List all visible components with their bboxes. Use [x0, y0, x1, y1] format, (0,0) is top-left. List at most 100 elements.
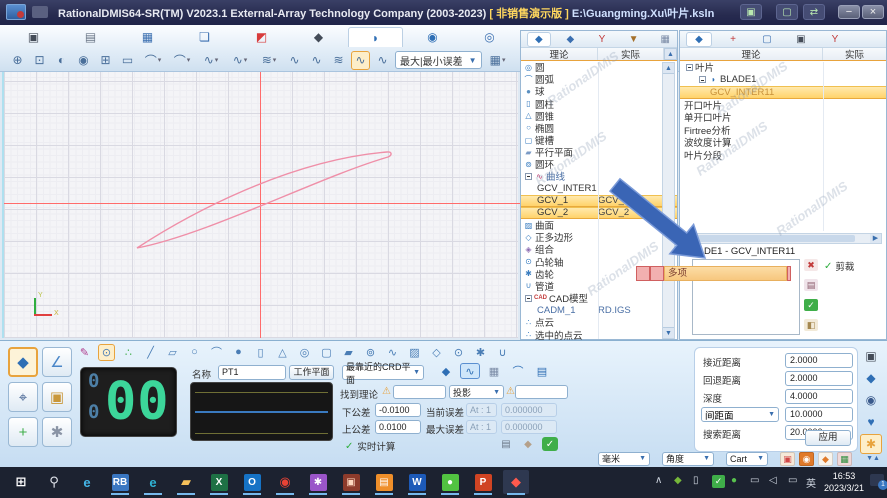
connection-icon[interactable]: ⇄	[803, 4, 825, 20]
layout-status-icon[interactable]: ▣	[780, 452, 795, 466]
tree-row-CAD模型[interactable]: CADCAD模型	[521, 292, 677, 304]
name-input[interactable]: PT1	[218, 365, 286, 380]
expand-toggle-icon[interactable]	[686, 64, 693, 71]
app-logo-icon[interactable]	[6, 4, 26, 20]
gpu-tray-icon[interactable]: ◆	[674, 475, 682, 486]
sync-ok-tray-icon[interactable]: ✓	[712, 475, 725, 488]
collapse-arrows-icon[interactable]: ▼▲	[860, 455, 886, 462]
tree-row-叶片分段[interactable]: 叶片分段	[680, 149, 886, 162]
phone-tray-icon[interactable]: ▯	[693, 475, 699, 486]
checkbox-green-icon[interactable]: ✓	[804, 299, 818, 311]
unit-dropdown[interactable]: 毫米▼	[598, 452, 650, 466]
probe-path-tool-1[interactable]: ⌒▾	[140, 51, 166, 70]
axes-button[interactable]: +	[8, 417, 38, 447]
expand-toggle-icon[interactable]	[699, 76, 706, 83]
chevron-down-icon[interactable]: ▾	[187, 56, 191, 64]
param-input-接近距离[interactable]: 2.0000	[785, 353, 853, 368]
polygon-tool[interactable]: ◇	[428, 344, 445, 361]
axes-tab[interactable]: +	[720, 32, 746, 47]
graph-view-icon[interactable]: ∿	[460, 363, 480, 379]
camshaft-tool[interactable]: ⊙	[450, 344, 467, 361]
gear-tool[interactable]: ✱	[472, 344, 489, 361]
scrollbar-up-icon[interactable]: ▲	[663, 63, 674, 74]
tree-row-管道[interactable]: ∪管道	[521, 280, 677, 292]
excel-icon[interactable]: X	[206, 470, 232, 494]
curve-eval-tool[interactable]: ∿	[351, 51, 370, 70]
security-app-icon[interactable]: ▣	[338, 470, 364, 494]
y-tool-tab[interactable]: Y	[822, 32, 848, 47]
error-mode-dropdown[interactable]: 最大|最小误差▼	[395, 51, 482, 69]
lens-tab[interactable]: ◉	[405, 27, 460, 47]
view-orient-tool[interactable]: ◉	[74, 51, 93, 70]
blade-tab[interactable]: ◆	[686, 32, 712, 47]
tool-status-icon[interactable]: ◆	[818, 452, 833, 466]
report-tab[interactable]: ◎	[462, 27, 517, 47]
expand-toggle-icon[interactable]	[525, 173, 532, 180]
param-input-回退距离[interactable]: 2.0000	[785, 371, 853, 386]
grid-tab[interactable]: ▦	[653, 32, 677, 47]
scrollbar-right-icon[interactable]: ▶	[870, 234, 881, 243]
close-button[interactable]: ×	[862, 5, 884, 19]
solid-tab[interactable]: ◆	[559, 32, 583, 47]
tree-row-选中的点云[interactable]: ∴选中的点云	[521, 328, 677, 340]
chrome-icon[interactable]: ◉	[272, 470, 298, 494]
geom-display-icon[interactable]: ◆	[436, 363, 456, 379]
confirm-check-icon[interactable]: ✓	[542, 437, 558, 451]
tree-row-Firtree分析[interactable]: Firtree分析	[680, 124, 886, 137]
ring-tool[interactable]: ⊚	[362, 344, 379, 361]
clip-checkbox[interactable]: ✓ 剪裁	[824, 259, 854, 273]
caliper-button[interactable]: ∠	[42, 347, 72, 377]
ime-indicator[interactable]: 英	[806, 475, 816, 490]
design-app-icon[interactable]: ✱	[305, 470, 331, 494]
apply-button[interactable]: 应用	[805, 430, 851, 446]
zoom-probe-icon[interactable]: ◉	[860, 390, 882, 410]
exit-door-icon[interactable]: ◧	[804, 319, 818, 331]
display-tray-icon[interactable]: ▭	[788, 475, 797, 486]
output-tab[interactable]: ▣	[6, 27, 61, 47]
layers-tab[interactable]: ❏	[177, 27, 232, 47]
slot-tool[interactable]: ▢	[318, 344, 335, 361]
pan-hand-tool[interactable]: ◐	[52, 51, 71, 70]
edit-report-icon[interactable]: ▤	[498, 437, 514, 451]
chevron-down-icon[interactable]: ▾	[244, 56, 248, 64]
internet-explorer-icon[interactable]: e	[74, 470, 100, 494]
arc-probe-icon[interactable]: ⌒	[508, 363, 528, 379]
coord-dropdown[interactable]: Cart▼	[726, 452, 768, 466]
eraser-stamp-icon[interactable]: ▤	[804, 279, 818, 291]
chevron-down-icon[interactable]: ▾	[158, 56, 162, 64]
document-tab[interactable]: ▤	[63, 27, 118, 47]
column-actual[interactable]: 实际	[823, 48, 886, 60]
line-tool[interactable]: ╱	[142, 344, 159, 361]
record-status-icon[interactable]: ◉	[799, 452, 814, 466]
settings-gear-icon[interactable]: ✱	[860, 434, 882, 454]
curve-tab[interactable]: ◗	[348, 27, 403, 47]
eraser-icon[interactable]: ◆	[520, 437, 536, 451]
table-tab[interactable]: ▦	[120, 27, 175, 47]
probe-path-tool-4[interactable]: ∿▾	[227, 51, 253, 70]
param-input-深度[interactable]: 4.0000	[785, 389, 853, 404]
start-button[interactable]: ⊞	[8, 470, 34, 494]
curve-tool-4[interactable]: ∿	[373, 51, 392, 70]
upper-tolerance-input[interactable]: 0.0100	[375, 420, 421, 434]
window-mode-icon[interactable]: ▢	[776, 4, 798, 20]
delete-red-icon[interactable]: ✖	[804, 259, 818, 271]
outlook-icon[interactable]: O	[239, 470, 265, 494]
pipe-tool[interactable]: ∪	[494, 344, 511, 361]
param-input-间距面[interactable]: 10.0000	[785, 407, 853, 422]
curve-tool-1[interactable]: ∿	[285, 51, 304, 70]
tree-row-BLADE1[interactable]: ◗BLADE1	[680, 74, 886, 87]
crd-plane-dropdown[interactable]: 最靠近的CRD平面▼	[342, 365, 424, 380]
battery-tray-icon[interactable]: ▭	[750, 475, 759, 486]
powerpoint-icon[interactable]: P	[470, 470, 496, 494]
fit-view-tool[interactable]: ⊞	[96, 51, 115, 70]
tree-row-开口叶片[interactable]: 开口叶片	[680, 99, 886, 112]
minimize-button[interactable]: −	[838, 5, 860, 19]
search-icon[interactable]: ⚲	[41, 470, 67, 494]
features-tab[interactable]: ◆	[527, 32, 551, 47]
points-vector-tool[interactable]: ∴	[120, 344, 137, 361]
expand-toggle-icon[interactable]	[525, 295, 532, 302]
plane-tool[interactable]: ▱	[164, 344, 181, 361]
column-theory[interactable]: 理论	[680, 48, 823, 60]
edge-icon[interactable]: e	[140, 470, 166, 494]
tolerance-tab[interactable]: Y	[590, 32, 614, 47]
